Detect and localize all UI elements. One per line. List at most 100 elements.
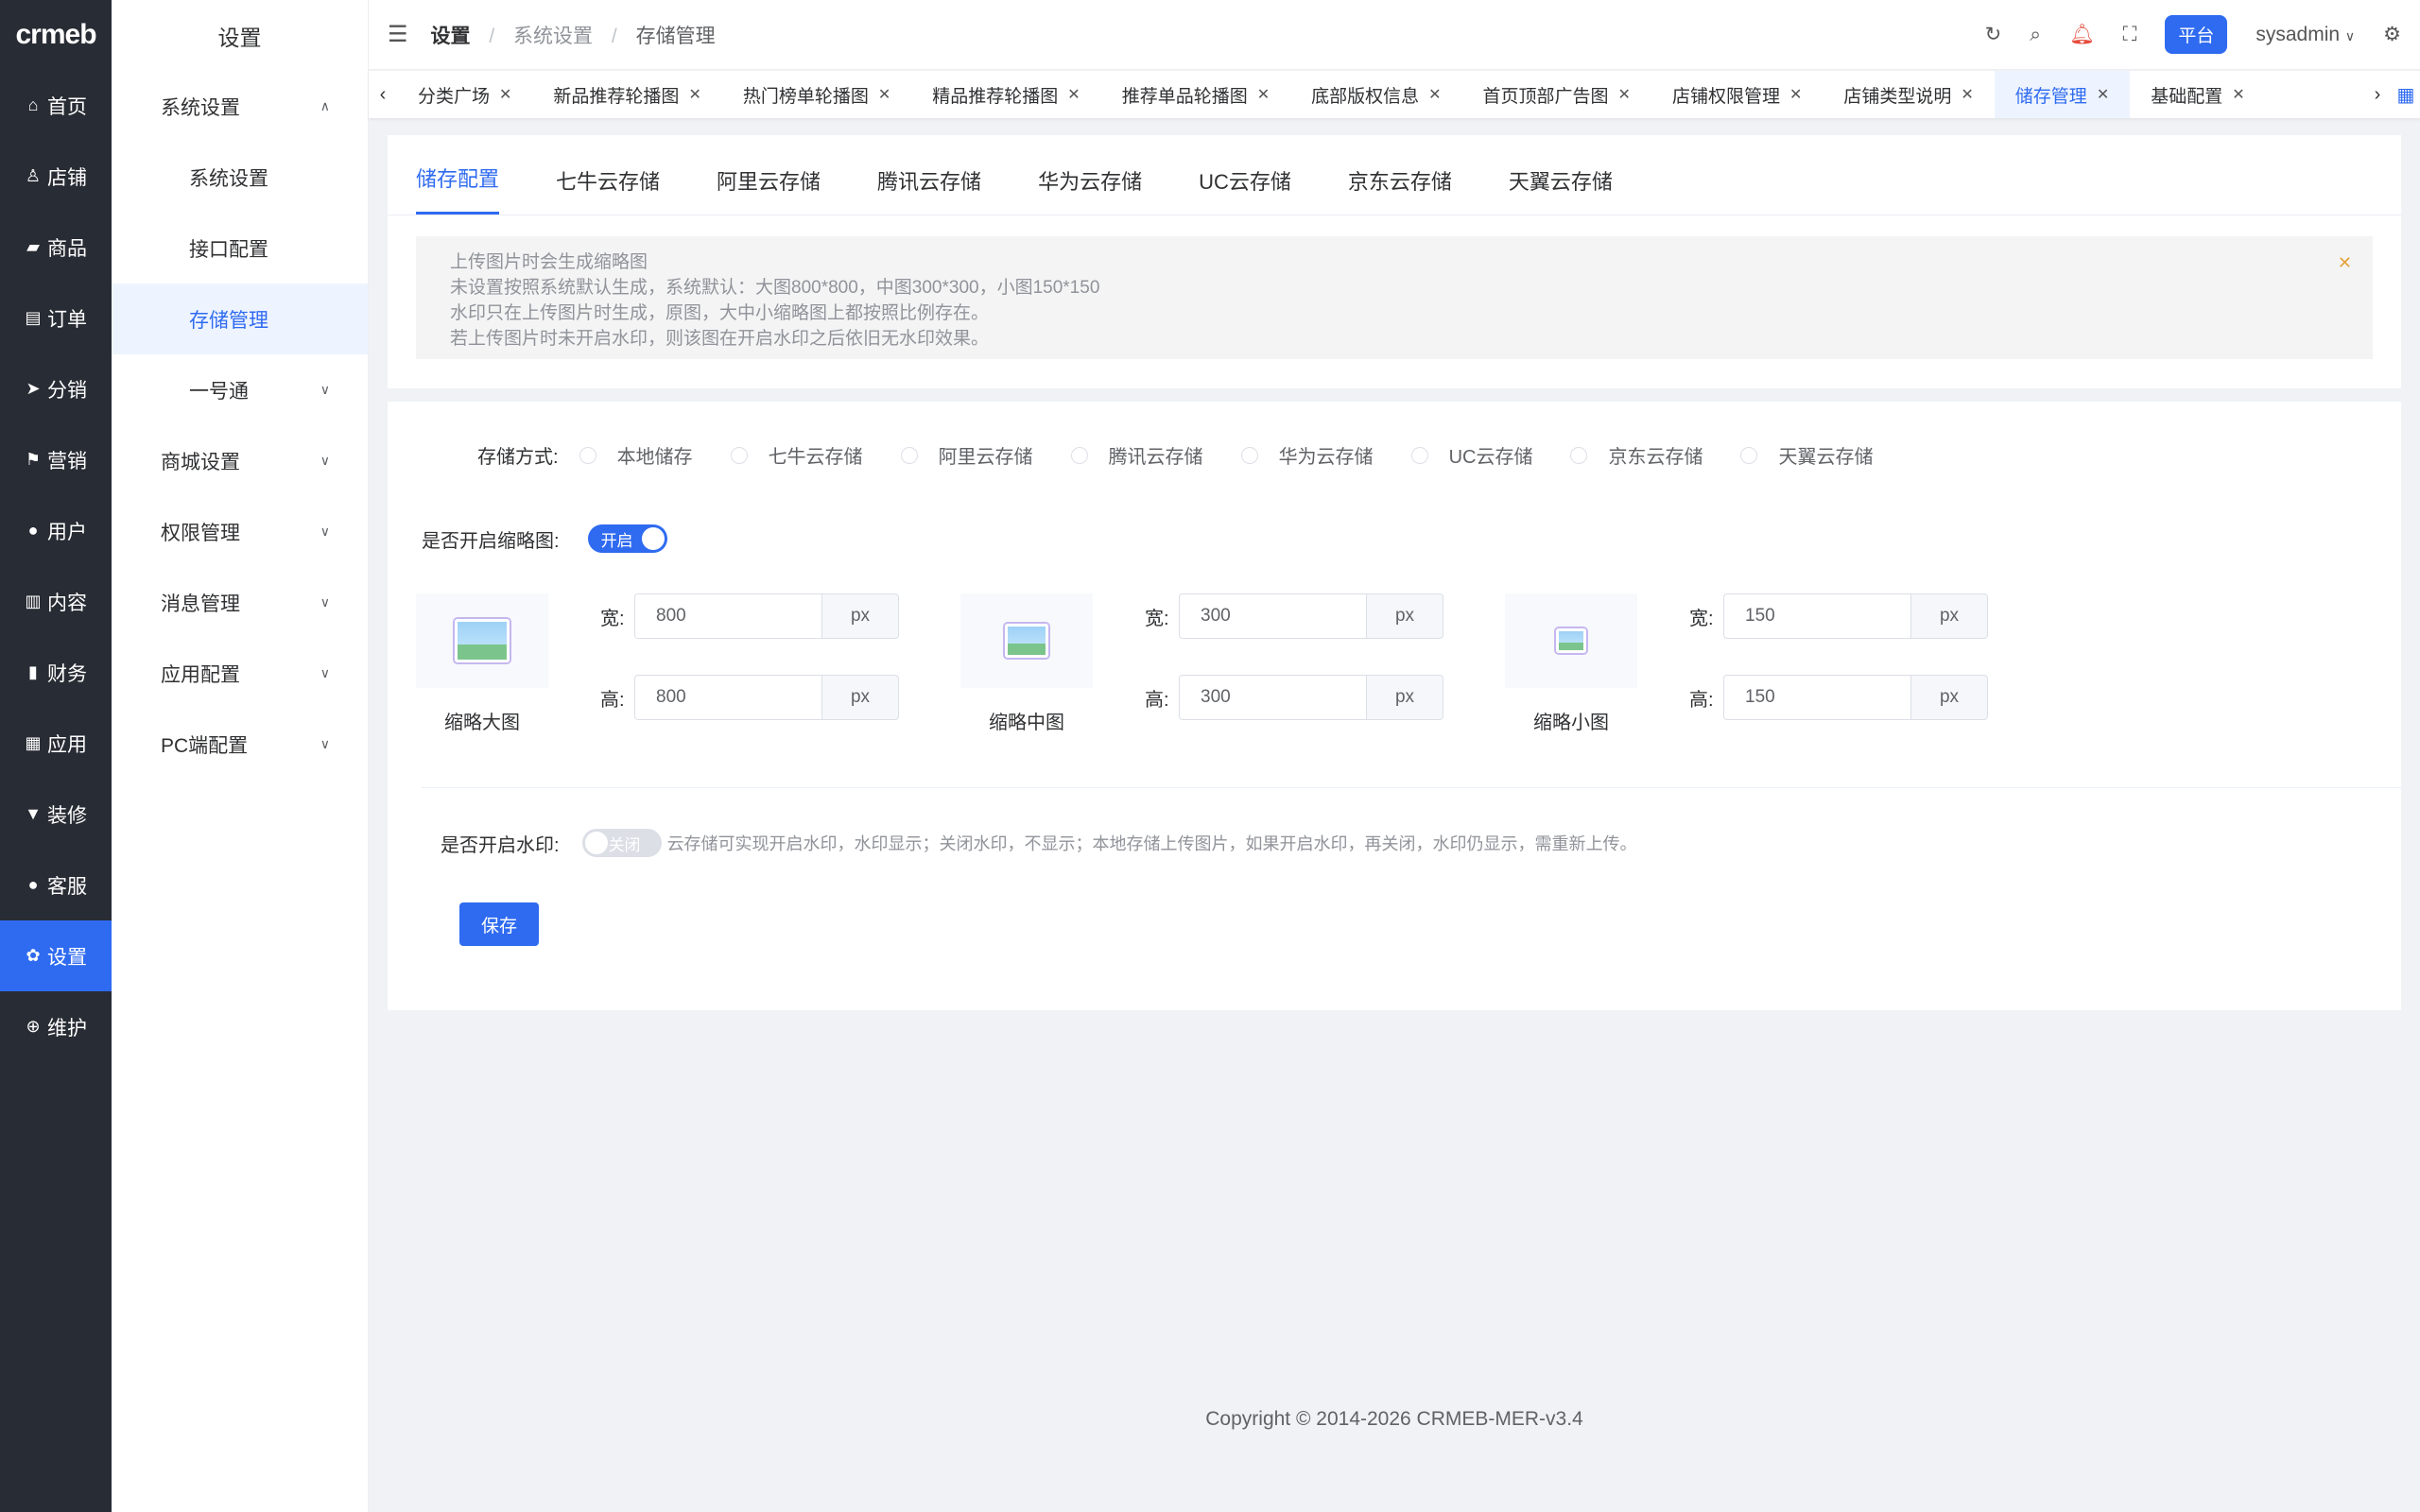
small-height-input[interactable]: 150 xyxy=(1723,675,1910,720)
storage-subtabs: 储存配置 七牛云存储 阿里云存储 腾讯云存储 华为云存储 UC云存储 京东云存储 天翼云存储 xyxy=(388,135,2401,215)
mid-width-input[interactable]: 300 xyxy=(1179,593,1366,639)
page-tab[interactable]: 新品推荐轮播图 ✕ xyxy=(532,71,721,118)
unit-suffix: px xyxy=(1366,675,1443,720)
rail-item[interactable]: ⚑ 营销 xyxy=(0,424,112,495)
close-icon[interactable]: ✕ xyxy=(1789,85,1802,104)
sidebar-subitem[interactable]: 接口配置 xyxy=(112,213,368,284)
storage-radio[interactable]: 阿里云存储 xyxy=(900,441,1033,469)
storage-subtab[interactable]: 华为云存储 xyxy=(1038,165,1142,215)
page-tab[interactable]: 储存管理 ✕ xyxy=(1994,71,2131,118)
sidebar-group[interactable]: PC端配置 ∨ xyxy=(112,709,368,780)
page-tab[interactable]: 底部版权信息 ✕ xyxy=(1290,71,1461,118)
storage-radio[interactable]: 天翼云存储 xyxy=(1740,441,1873,469)
sidebar-group[interactable]: 消息管理 ∨ xyxy=(112,567,368,638)
page-tab[interactable]: 店铺类型说明 ✕ xyxy=(1823,71,1994,118)
close-icon[interactable]: ✕ xyxy=(1257,85,1270,104)
small-width-input[interactable]: 150 xyxy=(1723,593,1910,639)
breadcrumb: 设置 / 系统设置 / 存储管理 xyxy=(431,21,716,49)
brand-logo[interactable]: crmeb xyxy=(0,0,112,70)
close-icon[interactable]: ✕ xyxy=(2232,85,2244,104)
close-icon[interactable]: ✕ xyxy=(1067,85,1080,104)
storage-subtab[interactable]: 天翼云存储 xyxy=(1509,165,1613,215)
search-icon[interactable]: ⌕ xyxy=(2030,24,2041,46)
rail-item[interactable]: ⌂ 首页 xyxy=(0,70,112,141)
refresh-icon[interactable]: ↻ xyxy=(1985,23,2002,46)
sidebar-group[interactable]: 应用配置 ∨ xyxy=(112,638,368,709)
big-thumbnail-label: 缩略大图 xyxy=(444,713,520,733)
storage-subtab[interactable]: 七牛云存储 xyxy=(556,165,660,215)
rail-item[interactable]: ▮ 财务 xyxy=(0,637,112,708)
thumbnail-switch[interactable]: 开启 xyxy=(587,524,667,553)
storage-radio[interactable]: 本地储存 xyxy=(579,441,693,469)
close-icon[interactable]: ✕ xyxy=(878,85,890,104)
big-height-input[interactable]: 800 xyxy=(634,675,821,720)
fullscreen-icon[interactable]: ⛶ xyxy=(2123,24,2137,46)
storage-subtab[interactable]: 阿里云存储 xyxy=(717,165,821,215)
close-icon[interactable]: ✕ xyxy=(1428,85,1441,104)
storage-radio[interactable]: 京东云存储 xyxy=(1570,441,1703,469)
save-button[interactable]: 保存 xyxy=(459,902,539,946)
page-tab[interactable]: 分类广场 ✕ xyxy=(397,71,532,118)
settings-gear-icon[interactable]: ⚙ xyxy=(2383,23,2401,46)
sidebar-subitem[interactable]: 一号通 ∨ xyxy=(112,354,368,425)
tabs-scroll-left-icon[interactable]: ‹ xyxy=(369,84,397,106)
storage-method-label: 存储方式: xyxy=(477,447,559,468)
rail-item[interactable]: ⊕ 维护 xyxy=(0,991,112,1062)
rail-item[interactable]: ● 客服 xyxy=(0,850,112,920)
storage-subtab[interactable]: 京东云存储 xyxy=(1348,165,1452,215)
storage-subtab[interactable]: UC云存储 xyxy=(1199,165,1291,215)
rail-item[interactable]: ▤ 订单 xyxy=(0,283,112,353)
page-tab[interactable]: 基础配置 ✕ xyxy=(2130,71,2265,118)
rail-item[interactable]: ▰ 商品 xyxy=(0,212,112,283)
tabs-scroll-right-icon[interactable]: › xyxy=(2363,84,2392,106)
storage-subtab[interactable]: 腾讯云存储 xyxy=(877,165,981,215)
rail-item[interactable]: ▦ 应用 xyxy=(0,708,112,779)
storage-radio[interactable]: 华为云存储 xyxy=(1240,441,1374,469)
storage-config-form: 存储方式: 本地储存 七牛云存储 阿里云存储 腾讯云存储 华为云存储 UC云存储 京东云存储… xyxy=(388,402,2401,1010)
page-tab[interactable]: 推荐单品轮播图 ✕ xyxy=(1101,71,1290,118)
storage-radio[interactable]: UC云存储 xyxy=(1410,441,1532,469)
page-tab[interactable]: 首页顶部广告图 ✕ xyxy=(1462,71,1651,118)
rail-item-label: 内容 xyxy=(47,592,87,614)
close-icon[interactable]: ✕ xyxy=(688,85,700,104)
menu-toggle-icon[interactable]: ☰ xyxy=(388,21,408,48)
storage-radio[interactable]: 七牛云存储 xyxy=(730,441,863,469)
close-icon[interactable]: ✕ xyxy=(1618,85,1631,104)
book-icon: ▥ xyxy=(25,592,42,610)
rail-item[interactable]: ✿ 设置 xyxy=(0,920,112,991)
storage-radio[interactable]: 腾讯云存储 xyxy=(1070,441,1203,469)
page-tab[interactable]: 精品推荐轮播图 ✕ xyxy=(911,71,1100,118)
home-icon: ⌂ xyxy=(27,95,39,114)
sidebar-group[interactable]: 商城设置 ∨ xyxy=(112,425,368,496)
platform-badge[interactable]: 平台 xyxy=(2165,15,2228,54)
copyright-footer: Copyright © 2014-2026 CRMEB-MER-v3.4 xyxy=(1205,1408,1583,1430)
tabs-menu-icon[interactable]: ▦ xyxy=(2392,83,2420,107)
big-width-input[interactable]: 800 xyxy=(634,593,821,639)
page-tab[interactable]: 店铺权限管理 ✕ xyxy=(1651,71,1823,118)
watermark-switch[interactable]: 关闭 xyxy=(581,829,662,857)
page-tab-label: 热门榜单轮播图 xyxy=(742,86,869,107)
bag-icon: ▰ xyxy=(26,237,40,256)
sidebar-group[interactable]: 权限管理 ∨ xyxy=(112,496,368,567)
bell-icon[interactable]: 🔔︎ xyxy=(2069,24,2095,46)
rail-item[interactable]: ▼ 装修 xyxy=(0,779,112,850)
storage-subtab[interactable]: 储存配置 xyxy=(416,163,500,215)
alert-close-icon[interactable]: ✕ xyxy=(2338,253,2352,273)
rail-item[interactable]: ▥ 内容 xyxy=(0,566,112,637)
rail-item[interactable]: ♙ 店铺 xyxy=(0,141,112,212)
close-icon[interactable]: ✕ xyxy=(499,85,511,104)
breadcrumb-item[interactable]: 系统设置 xyxy=(513,26,593,47)
page-tab[interactable]: 热门榜单轮播图 ✕ xyxy=(722,71,911,118)
mid-height-input[interactable]: 300 xyxy=(1179,675,1366,720)
sidebar-group[interactable]: 系统设置 ∧ xyxy=(112,71,368,142)
gear-icon: ✿ xyxy=(26,946,41,965)
sidebar-subitem[interactable]: 存储管理 xyxy=(112,284,368,354)
close-icon[interactable]: ✕ xyxy=(2097,85,2109,104)
user-menu[interactable]: sysadmin ∨ xyxy=(2256,24,2355,46)
rail-item[interactable]: ➤ 分销 xyxy=(0,353,112,424)
height-label: 高: xyxy=(1145,689,1169,711)
close-icon[interactable]: ✕ xyxy=(1961,85,1973,104)
sidebar-subitem[interactable]: 系统设置 xyxy=(112,142,368,213)
rail-item[interactable]: ● 用户 xyxy=(0,495,112,566)
page-tab-label: 店铺权限管理 xyxy=(1671,86,1780,107)
